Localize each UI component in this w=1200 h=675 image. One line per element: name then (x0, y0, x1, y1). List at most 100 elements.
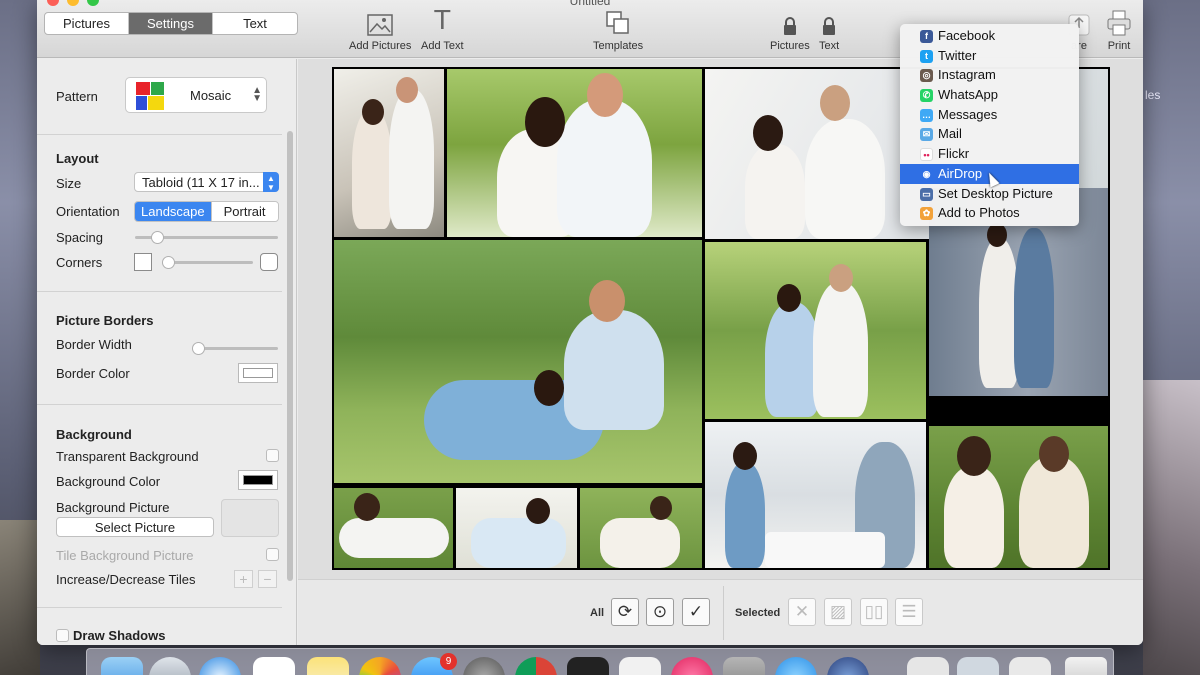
decrease-tiles-button[interactable]: − (258, 570, 277, 588)
split-horizontal-icon: ☰ (901, 602, 917, 621)
collage-photo[interactable] (929, 426, 1108, 568)
recenter-all-button[interactable]: ⊙ (646, 598, 674, 626)
collage-photo[interactable] (334, 69, 444, 237)
quicktime-icon[interactable] (827, 657, 869, 675)
replace-picture-button[interactable]: ▨ (824, 598, 852, 626)
tab-settings[interactable]: Settings (129, 13, 213, 34)
safari-icon[interactable] (199, 657, 241, 675)
corners-slider-knob[interactable] (162, 256, 175, 269)
all-label: All (590, 607, 605, 619)
collage-photo[interactable] (705, 422, 926, 568)
background-picture-preview (221, 499, 279, 537)
lock-pictures-button[interactable]: Pictures (770, 10, 810, 52)
share-menu-item-label: WhatsApp (938, 87, 998, 103)
check-all-button[interactable]: ✓ (682, 598, 710, 626)
spacing-slider-knob[interactable] (151, 231, 164, 244)
add-pictures-icon (349, 10, 411, 36)
add-text-label: Add Text (421, 40, 464, 52)
transparent-background-checkbox[interactable] (266, 449, 279, 462)
share-menu-item-label: Twitter (938, 47, 977, 63)
tab-pictures[interactable]: Pictures (45, 13, 129, 34)
share-menu-item-label: Messages (938, 106, 998, 122)
collage-photo[interactable] (580, 488, 702, 568)
close-icon: ✕ (794, 602, 810, 621)
share-menu-item[interactable]: ✆ WhatsApp (900, 85, 1079, 105)
spacing-slider[interactable] (135, 231, 278, 244)
split-vertical-button[interactable]: ▯▯ (860, 598, 888, 626)
finder-icon[interactable] (101, 657, 143, 675)
share-menu-item-label: Facebook (938, 28, 996, 43)
increase-tiles-button[interactable]: + (234, 570, 253, 588)
collage-photo[interactable] (334, 488, 453, 568)
pattern-select[interactable]: Mosaic ▲ ▼ (125, 77, 267, 113)
collage-photo[interactable] (447, 69, 702, 237)
text-icon: T (434, 6, 451, 36)
border-color-well[interactable] (238, 363, 278, 383)
textedit-icon[interactable] (619, 657, 661, 675)
share-menu-item[interactable]: … Messages (900, 105, 1079, 125)
orientation-portrait[interactable]: Portrait (210, 202, 278, 221)
tile-background-checkbox[interactable] (266, 548, 279, 561)
trash-icon[interactable] (1065, 657, 1107, 675)
notes-icon[interactable] (307, 657, 349, 675)
share-menu-item[interactable]: ✉ Mail (900, 124, 1079, 144)
draw-shadows-checkbox[interactable] (56, 629, 69, 642)
window-thumbnail-icon[interactable] (957, 657, 999, 675)
add-text-button[interactable]: T Add Text (421, 6, 464, 52)
background-color-well[interactable] (238, 470, 278, 490)
settings-scrollbar[interactable] (287, 131, 293, 581)
square-corner-icon (134, 253, 152, 271)
corners-slider[interactable] (162, 256, 253, 269)
share-menu-item-label: Flickr (938, 146, 970, 162)
share-menu-item[interactable]: ◎ Instagram (900, 65, 1079, 85)
templates-button[interactable]: Templates (593, 10, 643, 52)
calendar-icon[interactable] (253, 657, 295, 675)
border-width-slider[interactable] (192, 342, 278, 355)
lock-icon (819, 10, 839, 36)
share-menu-item[interactable]: t Twitter (900, 46, 1079, 66)
divider (37, 607, 282, 608)
instagram-icon: ◎ (920, 69, 933, 83)
background-heading: Background (56, 427, 132, 442)
split-vertical-icon: ▯▯ (864, 602, 884, 621)
system-preferences-icon[interactable] (463, 657, 505, 675)
add-pictures-button[interactable]: Add Pictures (349, 10, 411, 52)
rotate-all-button[interactable]: ⟳ (611, 598, 639, 626)
share-menu-item[interactable]: ✿ Add to Photos (900, 203, 1079, 223)
print-label: Print (1107, 40, 1131, 52)
photos-icon[interactable] (359, 657, 401, 675)
share-menu-item-label: Instagram (938, 67, 996, 83)
preview-icon[interactable] (723, 657, 765, 675)
collage-photo[interactable] (334, 240, 702, 483)
music-icon[interactable] (671, 657, 713, 675)
share-menu-item[interactable]: f Facebook (900, 26, 1079, 46)
picture-borders-heading: Picture Borders (56, 313, 154, 328)
messages-dock-icon[interactable] (775, 657, 817, 675)
orientation-landscape[interactable]: Landscape (135, 202, 211, 221)
picture-icon: ▨ (829, 602, 847, 621)
collage-photo[interactable] (456, 488, 577, 568)
collage-photo[interactable] (705, 242, 926, 419)
rounded-corner-icon (260, 253, 278, 271)
select-picture-button[interactable]: Select Picture (56, 517, 214, 537)
tab-text[interactable]: Text (213, 13, 297, 34)
window-thumbnail-icon[interactable] (1009, 657, 1051, 675)
share-menu-item[interactable]: •• Flickr (900, 144, 1079, 164)
chrome-icon[interactable] (515, 657, 557, 675)
split-horizontal-button[interactable]: ☰ (895, 598, 923, 626)
launchpad-icon[interactable] (149, 657, 191, 675)
pattern-label: Pattern (56, 89, 98, 104)
window-title: Untitled (569, 0, 611, 8)
border-width-slider-knob[interactable] (192, 342, 205, 355)
document-icon[interactable] (907, 657, 949, 675)
templates-icon (593, 10, 643, 36)
terminal-icon[interactable] (567, 657, 609, 675)
pattern-value: Mosaic (190, 88, 232, 103)
desktop-icon-label: les (1145, 88, 1161, 102)
updown-arrows-icon: ▲ ▼ (263, 172, 279, 192)
lock-text-button[interactable]: Text (819, 10, 839, 52)
delete-selected-button[interactable]: ✕ (788, 598, 816, 626)
size-select[interactable]: Tabloid (11 X 17 in... ▲ ▼ (134, 172, 279, 192)
recenter-icon: ⊙ (652, 602, 668, 621)
print-button[interactable]: Print (1107, 10, 1131, 52)
